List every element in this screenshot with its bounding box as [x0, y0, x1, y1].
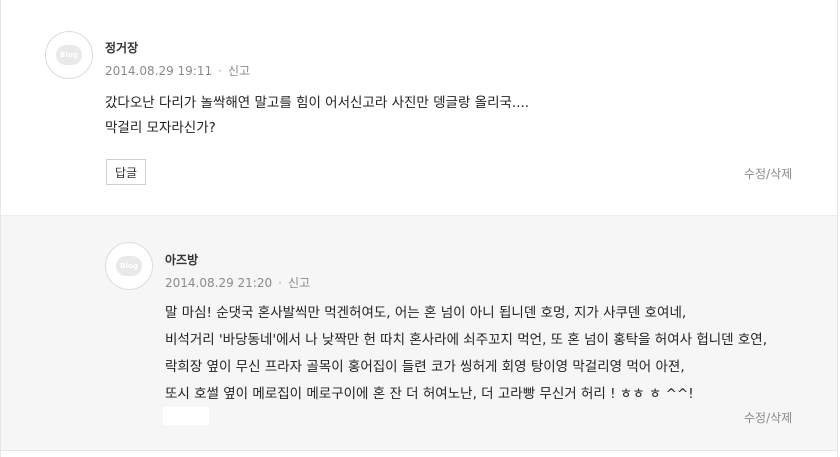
avatar-label: Blog — [59, 51, 79, 59]
reply-button[interactable]: 답글 — [106, 159, 147, 185]
comment-line: 막걸리 모자라신가? — [105, 120, 216, 136]
comment-line: 또시 호썰 옆이 메로집이 메로구이에 혼 잔 더 허여노난, 더 고라빵 무신… — [165, 386, 694, 402]
comment-body: 갔다오난 다리가 놀싹해연 말고를 힘이 어서신고라 사진만 뎅글랑 올리국..… — [105, 91, 529, 141]
meta-separator: · — [278, 276, 282, 290]
blog-icon: Blog — [116, 256, 142, 276]
avatar[interactable]: Blog — [45, 31, 93, 79]
comment-author[interactable]: 정거장 — [105, 39, 138, 56]
comment-line: 락희장 옆이 무신 프라자 골목이 홍어집이 들련 코가 씽허게 회영 탕이영 … — [165, 359, 685, 375]
comment-line: 말 마심! 순댓국 혼사발씩만 먹겐허여도, 어는 혼 넘이 아니 됩니덴 호멍… — [165, 305, 687, 321]
comment-body: 말 마심! 순댓국 혼사발씩만 먹겐허여도, 어는 혼 넘이 아니 됩니덴 호멍… — [165, 300, 767, 408]
avatar[interactable]: Blog — [105, 242, 153, 290]
comment-line: 갔다오난 다리가 놀싹해연 말고를 힘이 어서신고라 사진만 뎅글랑 올리국..… — [105, 95, 530, 111]
blog-icon: Blog — [56, 45, 82, 65]
avatar-label: Blog — [119, 262, 139, 270]
edit-delete-link[interactable]: 수정/삭제 — [744, 165, 792, 182]
report-link[interactable]: 신고 — [228, 64, 250, 78]
meta-separator: · — [218, 64, 222, 78]
report-link[interactable]: 신고 — [288, 276, 310, 290]
comment-meta: 2014.08.29 19:11 · 신고 — [105, 62, 250, 79]
comment-author[interactable]: 아즈방 — [165, 251, 198, 268]
comment-meta: 2014.08.29 21:20 · 신고 — [165, 274, 310, 291]
reply-comment-item: Blog 아즈방 2014.08.29 21:20 · 신고 말 마심! 순댓국 혼… — [1, 216, 837, 451]
comment-line: 비석거리 '바당동네'에서 나 낮짝만 헌 따치 혼사라에 쇠주꼬지 먹언, 또… — [165, 332, 768, 348]
comment-date: 2014.08.29 19:11 — [105, 64, 213, 78]
comment-item: Blog 정거장 2014.08.29 19:11 · 신고 갔다오난 다리가 놀싹… — [1, 0, 837, 216]
comment-date: 2014.08.29 21:20 — [165, 276, 273, 290]
comment-list: Blog 정거장 2014.08.29 19:11 · 신고 갔다오난 다리가 놀싹… — [0, 0, 838, 457]
hidden-field — [163, 407, 209, 425]
edit-delete-link[interactable]: 수정/삭제 — [744, 409, 792, 426]
